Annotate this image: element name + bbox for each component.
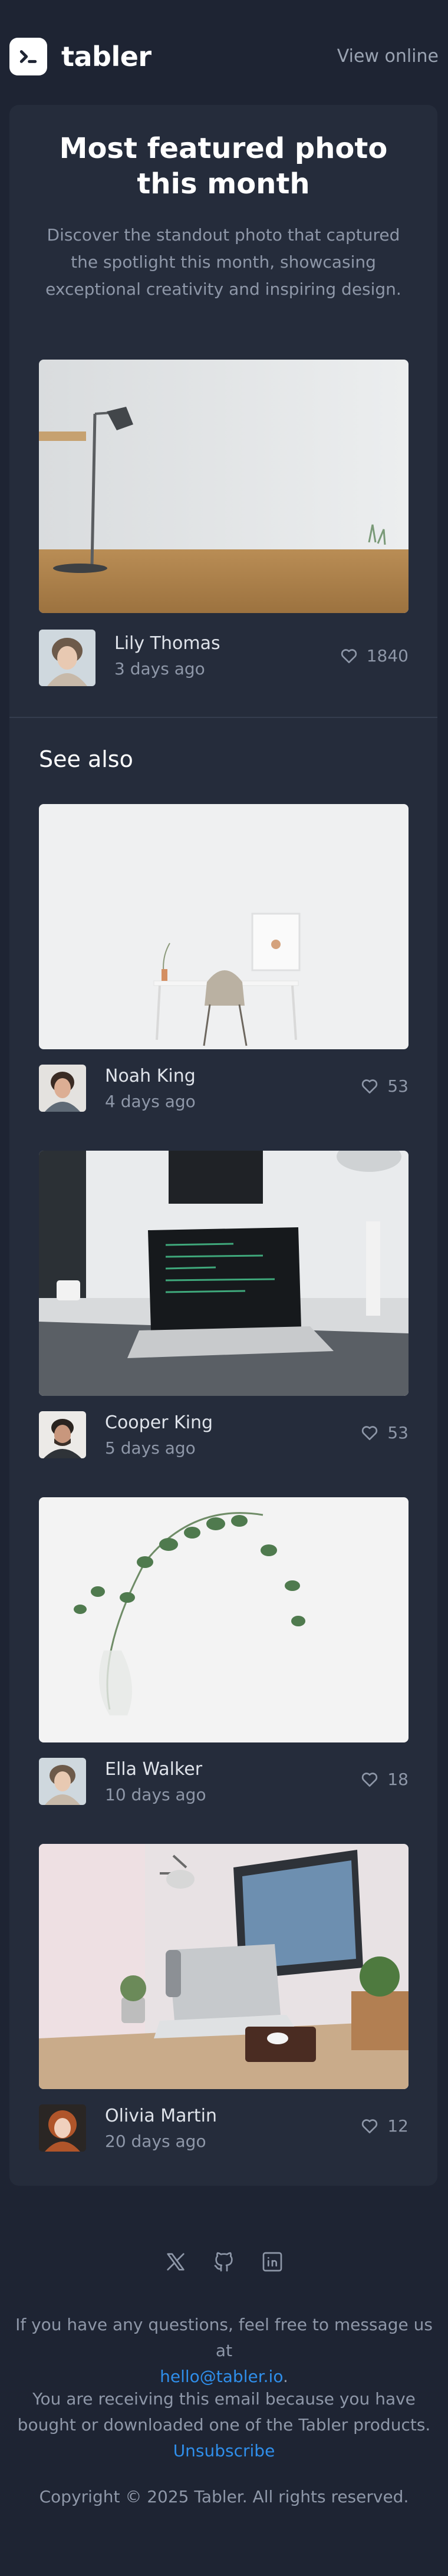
contact-email-link[interactable]: hello@tabler.io	[160, 2367, 283, 2386]
featured-photo-card: Most featured photo this month Discover …	[9, 105, 437, 2186]
see-also-heading: See also	[39, 746, 133, 772]
like-count: 12	[387, 2116, 409, 2136]
avatar[interactable]	[39, 2104, 86, 2152]
like-count: 53	[387, 1076, 409, 1096]
view-online-link[interactable]: View online	[337, 46, 439, 67]
terminal-icon	[9, 38, 47, 75]
avatar[interactable]	[39, 1065, 86, 1112]
avatar[interactable]	[39, 1758, 86, 1805]
post-time: 4 days ago	[105, 1092, 196, 1111]
receiving-text: You are receiving this email because you…	[9, 2386, 439, 2464]
author-name[interactable]: Olivia Martin	[105, 2106, 217, 2126]
copyright: Copyright © 2025 Tabler. All rights rese…	[39, 2487, 409, 2506]
page-title: Most featured photo this month	[59, 132, 388, 200]
brand-name: tabler	[61, 41, 151, 73]
featured-photo[interactable]	[39, 360, 409, 613]
email-header: tabler View online	[0, 0, 448, 106]
post-time: 20 days ago	[105, 2132, 206, 2151]
photo-thumbnail[interactable]	[39, 1151, 409, 1396]
heart-icon	[362, 2119, 378, 2133]
github-icon[interactable]	[212, 2249, 236, 2274]
heart-icon	[362, 1772, 378, 1787]
linkedin-icon[interactable]	[260, 2249, 285, 2274]
like-button[interactable]: 1840	[340, 646, 409, 666]
questions-label: If you have any questions, feel free to …	[15, 2315, 433, 2360]
receiving-label: You are receiving this email because you…	[17, 2389, 431, 2435]
social-links	[0, 2249, 448, 2274]
intro-text: Discover the standout photo that capture…	[45, 225, 401, 299]
photo-thumbnail[interactable]	[39, 804, 409, 1049]
photo-meta: Olivia Martin 20 days ago 12	[39, 2100, 409, 2157]
author-name[interactable]: Ella Walker	[105, 1759, 202, 1780]
email-suffix: .	[282, 2367, 288, 2386]
heart-icon	[362, 1079, 378, 1093]
like-button[interactable]: 53	[360, 1076, 409, 1096]
photo-thumbnail[interactable]	[39, 1497, 409, 1742]
like-button[interactable]: 18	[360, 1770, 409, 1789]
post-time: 5 days ago	[105, 1438, 196, 1458]
like-button[interactable]: 53	[360, 1423, 409, 1442]
author-name[interactable]: Lily Thomas	[114, 633, 220, 654]
photo-meta: Ella Walker 10 days ago 18	[39, 1753, 409, 1811]
like-count: 18	[387, 1770, 409, 1789]
x-icon[interactable]	[163, 2249, 188, 2274]
divider	[9, 717, 437, 718]
tabler-logo[interactable]: tabler	[9, 38, 151, 75]
featured-photo-meta: Lily Thomas 3 days ago 1840	[39, 630, 409, 687]
avatar[interactable]	[39, 630, 95, 686]
photo-thumbnail[interactable]	[39, 1844, 409, 2089]
like-count: 53	[387, 1423, 409, 1442]
like-button[interactable]: 12	[360, 2116, 409, 2136]
questions-text: If you have any questions, feel free to …	[9, 2312, 439, 2390]
photo-meta: Noah King 4 days ago 53	[39, 1060, 409, 1118]
author-name[interactable]: Cooper King	[105, 1412, 213, 1433]
heart-icon	[362, 1425, 378, 1440]
post-time: 3 days ago	[114, 659, 205, 678]
like-count: 1840	[366, 646, 409, 666]
unsubscribe-link[interactable]: Unsubscribe	[173, 2441, 275, 2460]
heart-icon	[341, 648, 357, 663]
photo-meta: Cooper King 5 days ago 53	[39, 1406, 409, 1464]
author-name[interactable]: Noah King	[105, 1066, 196, 1086]
post-time: 10 days ago	[105, 1785, 206, 1804]
avatar[interactable]	[39, 1411, 86, 1458]
